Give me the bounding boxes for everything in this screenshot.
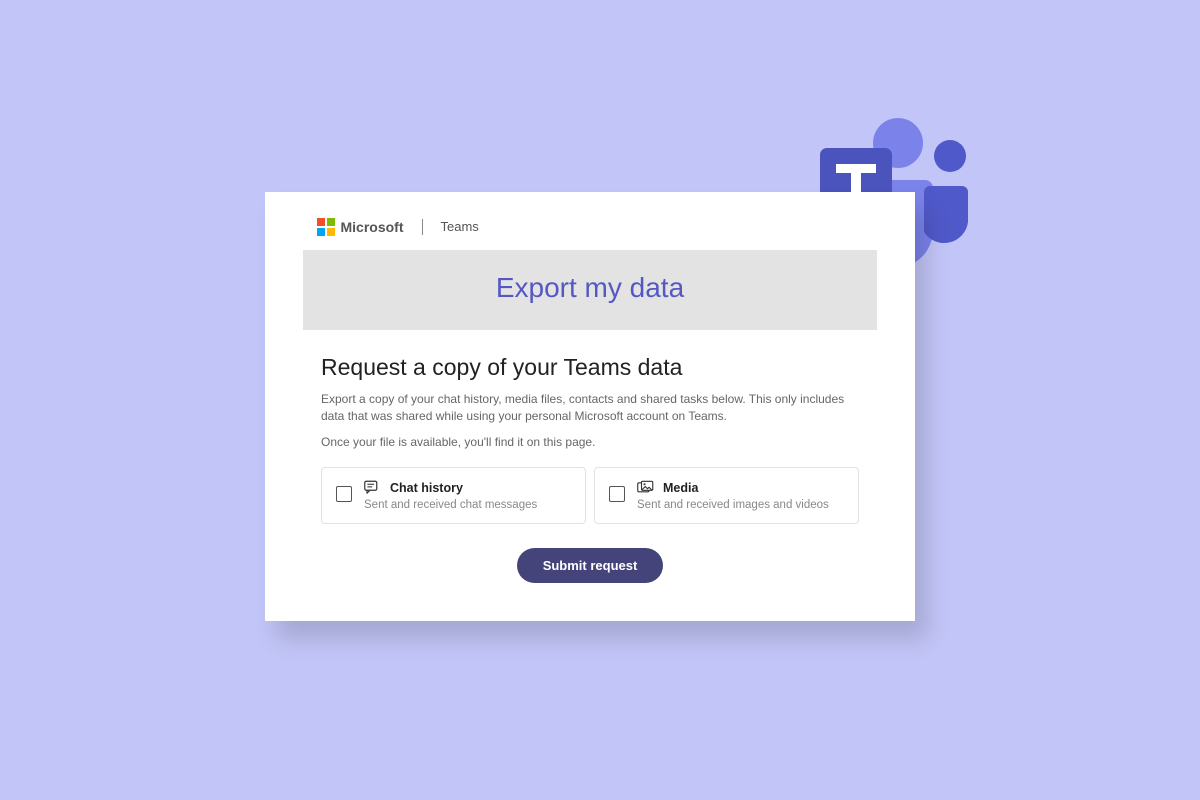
media-checkbox[interactable]: [609, 486, 625, 502]
chat-icon: [364, 480, 382, 496]
microsoft-logo: Microsoft: [317, 218, 404, 236]
header-divider: [422, 219, 423, 235]
option-chat-history[interactable]: Chat history Sent and received chat mess…: [321, 467, 586, 524]
submit-request-button[interactable]: Submit request: [517, 548, 664, 583]
export-options: Chat history Sent and received chat mess…: [321, 467, 859, 524]
option-media[interactable]: Media Sent and received images and video…: [594, 467, 859, 524]
export-data-card: Microsoft Teams Export my data Request a…: [265, 192, 915, 621]
chat-history-checkbox[interactable]: [336, 486, 352, 502]
brand-name: Microsoft: [341, 219, 404, 235]
banner-title: Export my data: [303, 272, 877, 304]
main-content: Request a copy of your Teams data Export…: [303, 354, 877, 584]
media-icon: [637, 480, 655, 496]
product-name: Teams: [441, 219, 479, 234]
option-subtitle: Sent and received chat messages: [364, 499, 537, 511]
option-title: Media: [663, 481, 698, 495]
page-banner: Export my data: [303, 250, 877, 330]
option-subtitle: Sent and received images and videos: [637, 499, 829, 511]
card-header: Microsoft Teams: [317, 218, 877, 236]
option-title: Chat history: [390, 481, 463, 495]
page-subtitle: Request a copy of your Teams data: [321, 354, 859, 381]
microsoft-logo-icon: [317, 218, 335, 236]
page-description: Export a copy of your chat history, medi…: [321, 391, 859, 426]
availability-note: Once your file is available, you'll find…: [321, 435, 859, 449]
